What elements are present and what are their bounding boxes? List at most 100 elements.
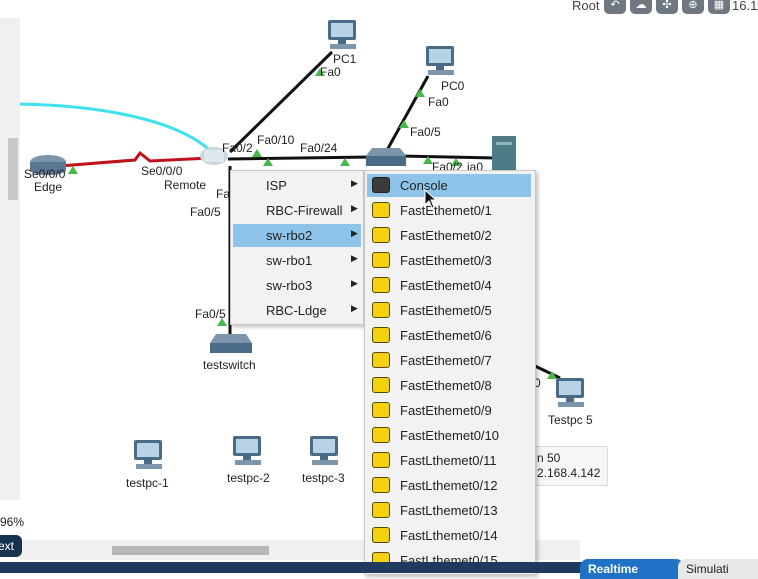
port-icon — [372, 227, 390, 243]
fa010-label: Fa0/10 — [257, 133, 295, 147]
submenu-item-label: FastEthemet0/8 — [400, 378, 492, 393]
device-context-menu: ISP ▶ RBC-Firewall ▶ sw-rbo2 ▶ sw-rbo1 ▶… — [230, 170, 364, 325]
testpc2-device[interactable] — [233, 436, 261, 465]
pc0-label: PC0 — [441, 79, 465, 93]
submenu-item-label: FastLthemet0/12 — [400, 478, 498, 493]
menu-item-sw-rbo2[interactable]: sw-rbo2 ▶ — [233, 224, 361, 247]
grid-icon[interactable]: ▦ — [708, 0, 730, 14]
submenu-arrow-icon: ▶ — [351, 228, 358, 238]
submenu-item-label: FastEthemet0/7 — [400, 353, 492, 368]
port-icon — [372, 327, 390, 343]
submenu-item-label: FastEthemet0/10 — [400, 428, 499, 443]
port-icon — [372, 402, 390, 418]
port-icon — [372, 277, 390, 293]
menu-item-rbc-firewall[interactable]: RBC-Firewall ▶ — [233, 199, 361, 222]
testswitch-label: testswitch — [203, 358, 256, 372]
user-label: Root — [572, 0, 600, 13]
menu-item-sw-rbo3[interactable]: sw-rbo3 ▶ — [233, 274, 361, 297]
testpc3-device[interactable] — [310, 436, 338, 465]
console-icon — [372, 177, 390, 193]
device-info-box: n 50 2.168.4.142 — [534, 446, 608, 486]
simulation-tab[interactable]: Simulati — [678, 559, 758, 579]
link-pc0[interactable] — [384, 75, 430, 153]
testpc3-label: testpc-3 — [302, 471, 345, 485]
fa05-top-label: Fa0/5 — [410, 125, 441, 139]
realtime-tab[interactable]: Realtime — [580, 559, 684, 579]
next-button[interactable]: ext — [0, 535, 22, 557]
fa05-lower-label: Fa0/5 — [195, 307, 226, 321]
submenu-arrow-icon: ▶ — [351, 253, 358, 263]
submenu-item-label: FastEthemet0/1 — [400, 203, 492, 218]
submenu-item-port[interactable]: FastEthemet0/7 — [367, 349, 531, 372]
testpc1-device[interactable] — [134, 440, 162, 469]
submenu-arrow-icon: ▶ — [351, 178, 358, 188]
se000-right-label: Se0/0/0 — [141, 164, 183, 178]
testpc1-label: testpc-1 — [126, 476, 169, 490]
vertical-scroll-thumb[interactable] — [8, 138, 18, 200]
pc0-port-label: Fa0 — [428, 95, 449, 109]
submenu-item-label: FastEthemet0/9 — [400, 403, 492, 418]
cloud-icon[interactable]: ☁ — [630, 0, 652, 14]
submenu-item-label: FastEthemet0/6 — [400, 328, 492, 343]
submenu-item-port[interactable]: FastEthemet0/10 — [367, 424, 531, 447]
menu-item-label: RBC-Ldge — [266, 303, 327, 318]
submenu-item-port[interactable]: FastLthemet0/14 — [367, 524, 531, 547]
menu-item-label: sw-rbo1 — [266, 253, 313, 268]
menu-item-sw-rbo1[interactable]: sw-rbo1 ▶ — [233, 249, 361, 272]
port-icon — [372, 427, 390, 443]
pc0-device[interactable] — [426, 46, 454, 75]
menu-item-isp[interactable]: ISP ▶ — [233, 174, 361, 197]
port-icon — [372, 477, 390, 493]
info-line-1: n 50 — [537, 451, 561, 465]
pc1-device[interactable] — [328, 20, 356, 49]
submenu-item-port[interactable]: FastEthemet0/3 — [367, 249, 531, 272]
submenu-item-port[interactable]: FastEthemet0/2 — [367, 224, 531, 247]
vertical-scrollbar[interactable] — [0, 18, 20, 500]
serial-link[interactable] — [59, 150, 211, 168]
port-icon — [372, 252, 390, 268]
submenu-item-port[interactable]: FastLthemet0/13 — [367, 499, 531, 522]
network-icon[interactable]: ✣ — [656, 0, 678, 14]
submenu-item-port[interactable]: FastEthemet0/9 — [367, 399, 531, 422]
info-line-2: 2.168.4.142 — [537, 466, 601, 480]
link-fa024[interactable] — [227, 155, 373, 161]
port-icon — [372, 377, 390, 393]
menu-item-label: ISP — [266, 178, 287, 193]
submenu-item-port[interactable]: FastEthemet0/5 — [367, 299, 531, 322]
cyan-link[interactable] — [19, 102, 217, 157]
pc1-label: PC1 — [333, 52, 357, 66]
submenu-item-port[interactable]: FastEthemet0/6 — [367, 324, 531, 347]
submenu-item-port[interactable]: FastEthemet0/4 — [367, 274, 531, 297]
back-icon[interactable]: ↶ — [604, 0, 626, 14]
edge-label: Edge — [34, 180, 63, 194]
link-right[interactable] — [399, 154, 497, 160]
testswitch-device[interactable] — [210, 334, 252, 353]
submenu-arrow-icon: ▶ — [351, 278, 358, 288]
port-icon — [372, 202, 390, 218]
globe-icon[interactable]: ⊕ — [682, 0, 704, 14]
submenu-item-port[interactable]: FastLthemet0/11 — [367, 449, 531, 472]
submenu-item-port[interactable]: FastEthemet0/1 — [367, 199, 531, 222]
port-icon — [372, 452, 390, 468]
horizontal-scroll-thumb[interactable] — [112, 546, 269, 555]
fa05-left-label: Fa0/5 — [190, 205, 221, 219]
menu-item-label: sw-rbo2 — [266, 228, 313, 243]
se000-left-label: Se0/0/0 — [24, 167, 66, 181]
testpc5-device[interactable] — [556, 378, 584, 407]
menu-item-rbc-ldge[interactable]: RBC-Ldge ▶ — [233, 299, 361, 322]
testpc5-label: Testpc 5 — [548, 413, 593, 427]
port-submenu: Console FastEthemet0/1 FastEthemet0/2 Fa… — [364, 170, 536, 575]
fa02-left-label: Fa0/2 — [222, 141, 253, 155]
port-icon — [372, 527, 390, 543]
fa024-label: Fa0/24 — [300, 141, 338, 155]
submenu-item-label: FastLthemet0/13 — [400, 503, 498, 518]
sw-rbo2-switch[interactable] — [366, 148, 406, 166]
submenu-item-console[interactable]: Console — [367, 174, 531, 197]
submenu-item-port[interactable]: FastLthemet0/12 — [367, 474, 531, 497]
port-icon — [372, 352, 390, 368]
submenu-item-port[interactable]: FastEthemet0/8 — [367, 374, 531, 397]
pc1-port-label: Fa0 — [320, 65, 341, 79]
submenu-item-label: FastEthemet0/5 — [400, 303, 492, 318]
submenu-item-label: FastEthemet0/3 — [400, 253, 492, 268]
submenu-item-label: FastLthemet0/11 — [400, 453, 497, 468]
